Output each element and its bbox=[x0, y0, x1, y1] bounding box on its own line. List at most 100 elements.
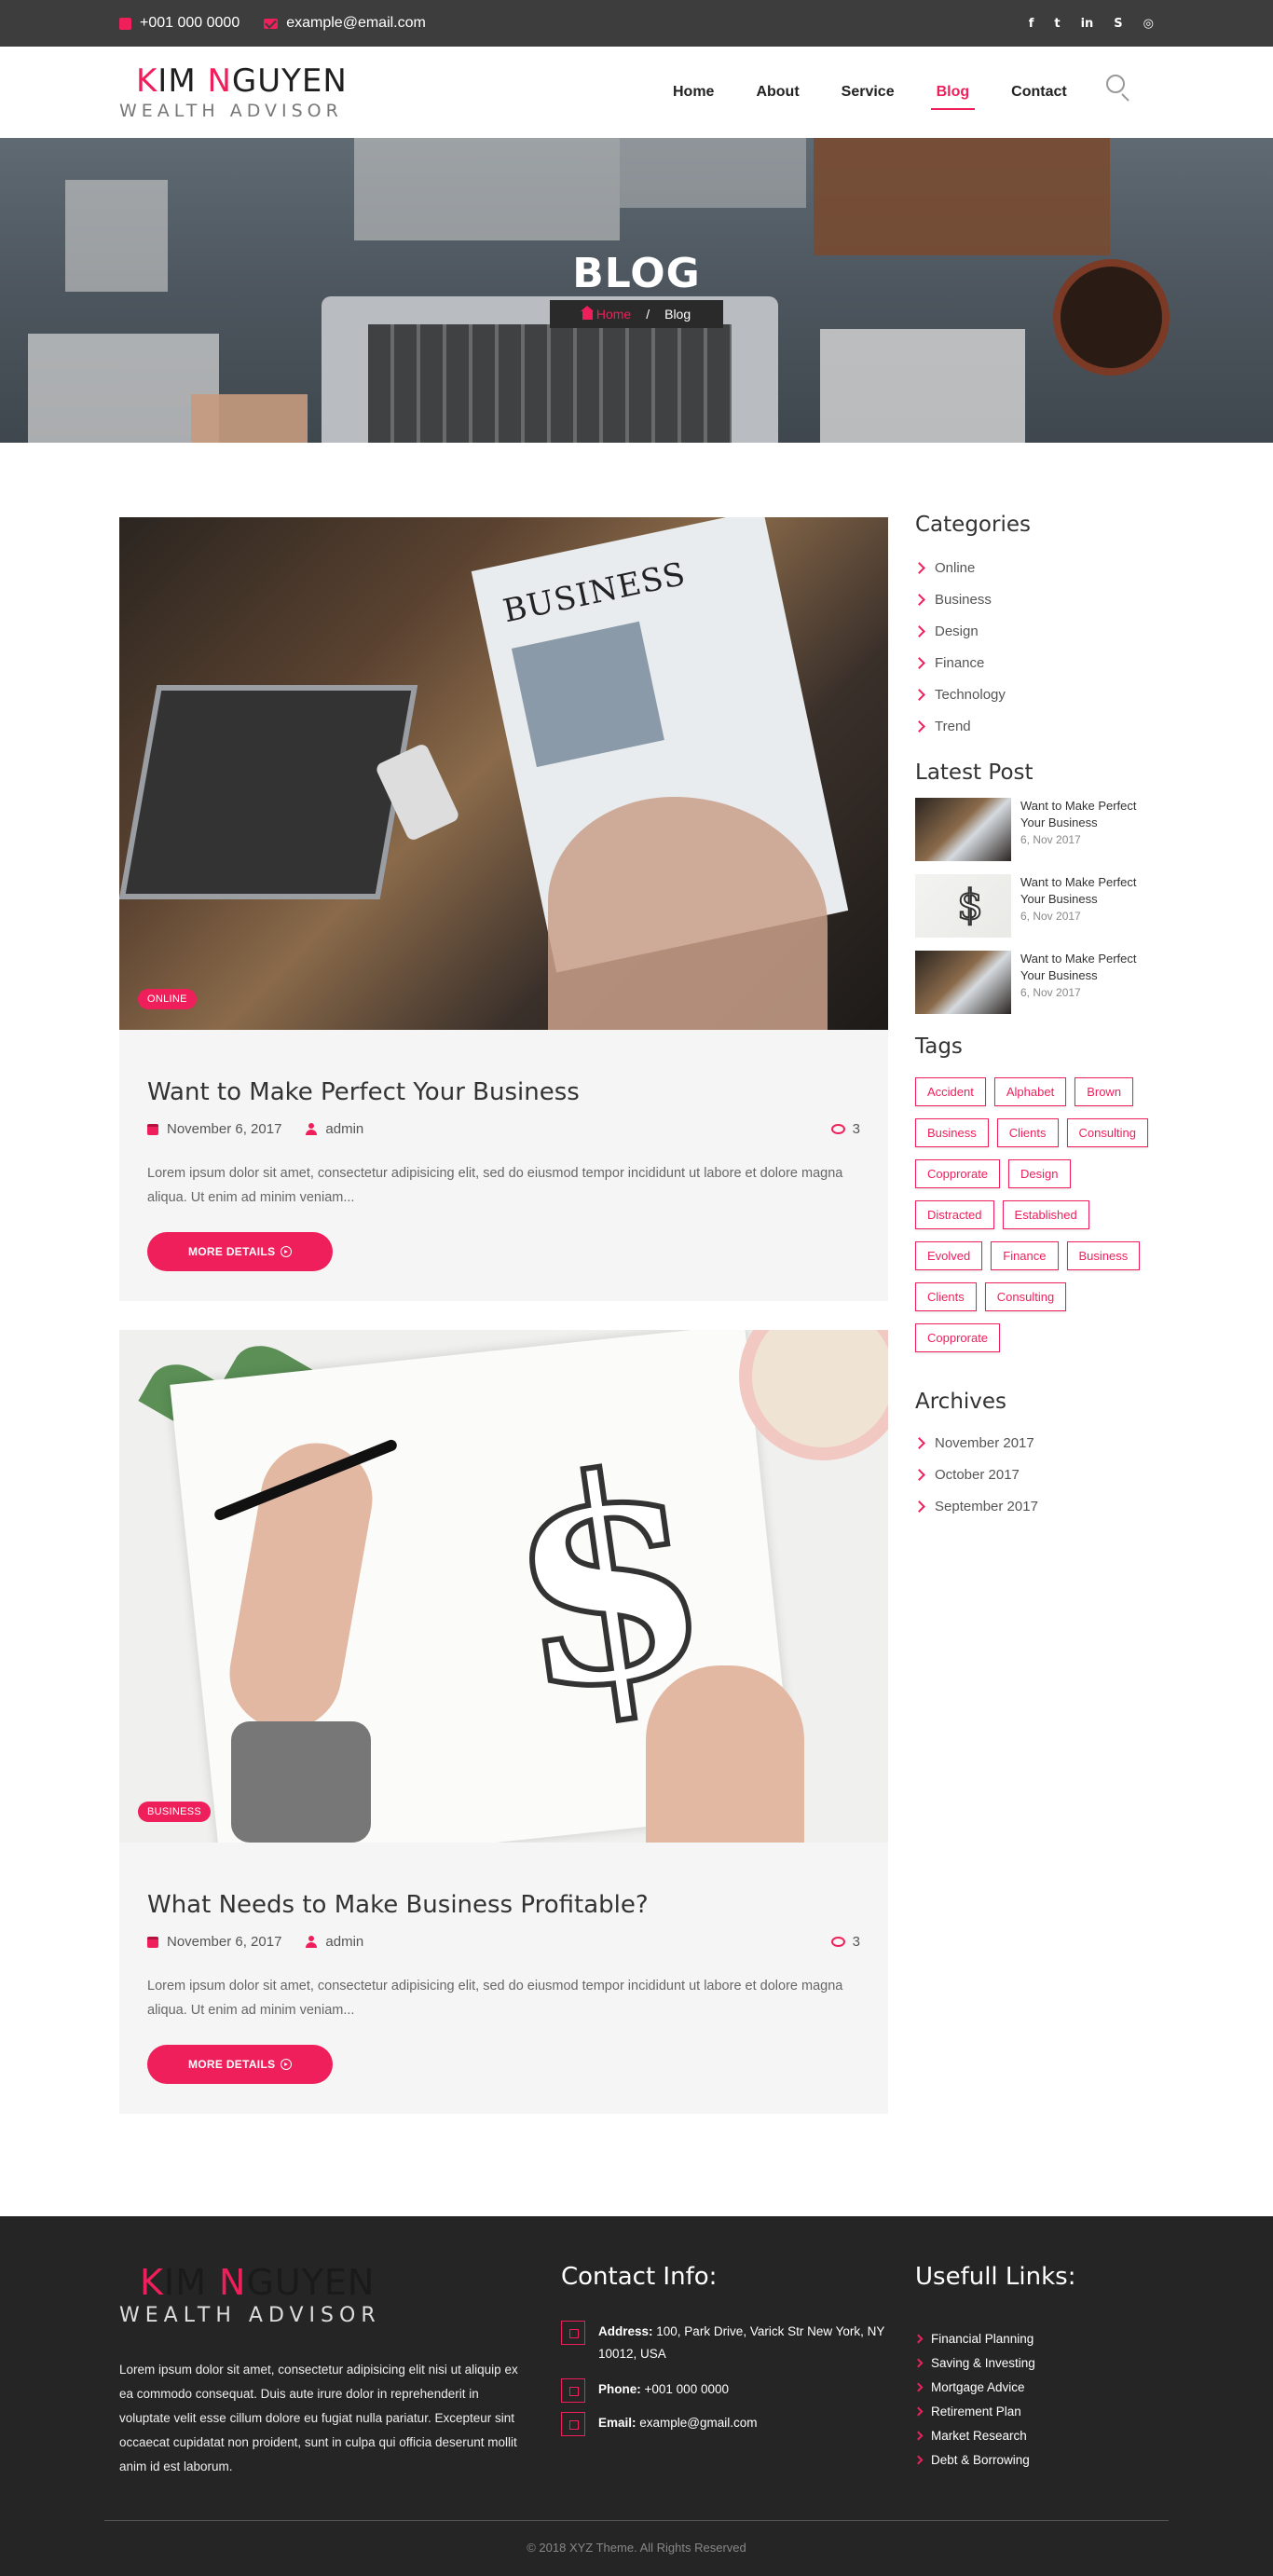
facebook-icon[interactable]: f bbox=[1029, 17, 1034, 31]
footer-address: Address: 100, Park Drive, Varick Str New… bbox=[561, 2321, 915, 2365]
latest-post-title: Want to Make Perfect Your Business bbox=[1020, 952, 1137, 982]
site-footer: KIM NGUYEN WEALTH ADVISOR Lorem ipsum do… bbox=[0, 2216, 1273, 2576]
footer-link[interactable]: Mortgage Advice bbox=[913, 2375, 1035, 2399]
button-label: MORE DETAILS bbox=[188, 2058, 276, 2071]
image-cup bbox=[739, 1330, 888, 1460]
category-badge[interactable]: ONLINE bbox=[138, 989, 197, 1009]
top-email[interactable]: example@email.com bbox=[264, 15, 426, 32]
footer-phone[interactable]: Phone: +001 000 0000 bbox=[561, 2378, 915, 2403]
hero-bg-paper bbox=[620, 138, 806, 208]
image-sleeve bbox=[231, 1721, 371, 1843]
post-author[interactable]: admin bbox=[325, 1121, 363, 1137]
tag-item[interactable]: Design bbox=[1008, 1159, 1071, 1188]
latest-post-title: Want to Make Perfect Your Business bbox=[1020, 875, 1137, 906]
chevron-right-icon bbox=[913, 656, 925, 669]
category-item[interactable]: Online bbox=[913, 552, 1157, 583]
post-excerpt: Lorem ipsum dolor sit amet, consectetur … bbox=[147, 1166, 843, 1205]
footer-link[interactable]: Market Research bbox=[913, 2423, 1035, 2447]
arrow-circle-icon bbox=[281, 1246, 293, 1257]
tag-item[interactable]: Finance bbox=[991, 1241, 1059, 1270]
tag-item[interactable]: Consulting bbox=[1066, 1118, 1148, 1147]
nav-service[interactable]: Service bbox=[842, 84, 895, 101]
category-item[interactable]: Business bbox=[913, 583, 1157, 615]
tag-item[interactable]: Business bbox=[915, 1118, 989, 1147]
latest-post-thumb bbox=[915, 874, 1011, 938]
latest-post-thumb bbox=[915, 798, 1011, 861]
latest-post-item[interactable]: Want to Make Perfect Your Business 6, Nov… bbox=[915, 874, 1157, 951]
hero-bg-keyboard bbox=[368, 324, 732, 443]
hero-bg-paper bbox=[354, 138, 620, 240]
social-links: f t in S ◎ bbox=[1029, 0, 1154, 47]
useful-links-list: Financial Planning Saving & Investing Mo… bbox=[913, 2326, 1035, 2472]
contact-info-heading: Contact Info: bbox=[561, 2263, 718, 2291]
category-item[interactable]: Technology bbox=[913, 678, 1157, 710]
blog-post: BUSINESS ONLINE Want to Make Perfect You… bbox=[119, 517, 888, 1301]
archive-list: November 2017 October 2017 September 201… bbox=[913, 1427, 1157, 1522]
search-icon[interactable] bbox=[1106, 75, 1125, 93]
post-title[interactable]: Want to Make Perfect Your Business bbox=[147, 1078, 860, 1106]
chevron-right-icon bbox=[913, 624, 925, 637]
skype-icon[interactable]: S bbox=[1114, 17, 1122, 31]
top-contact: +001 000 0000 example@email.com bbox=[119, 0, 426, 47]
tag-item[interactable]: Copprorate bbox=[915, 1159, 1001, 1188]
nav-about[interactable]: About bbox=[756, 84, 799, 101]
category-badge[interactable]: BUSINESS bbox=[138, 1802, 212, 1822]
tag-item[interactable]: Evolved bbox=[915, 1241, 983, 1270]
category-item[interactable]: Finance bbox=[913, 647, 1157, 678]
twitter-icon[interactable]: t bbox=[1054, 17, 1060, 31]
tag-item[interactable]: Accident bbox=[915, 1077, 986, 1106]
footer-link[interactable]: Saving & Investing bbox=[913, 2350, 1035, 2375]
tag-item[interactable]: Consulting bbox=[984, 1282, 1067, 1311]
tag-item[interactable]: Copprorate bbox=[915, 1323, 1001, 1352]
top-phone-text: +001 000 0000 bbox=[140, 15, 240, 31]
archive-item[interactable]: October 2017 bbox=[913, 1459, 1157, 1490]
breadcrumb-home[interactable]: Home bbox=[580, 306, 631, 322]
envelope-icon bbox=[561, 2412, 585, 2436]
tag-item[interactable]: Established bbox=[1002, 1200, 1089, 1229]
post-meta: November 6, 2017 admin 3 bbox=[147, 1121, 860, 1137]
newspaper-photo bbox=[511, 621, 664, 768]
site-header: KIM NGUYEN WEALTH ADVISOR Home About Ser… bbox=[0, 47, 1273, 138]
post-image[interactable]: $ BUSINESS bbox=[119, 1330, 888, 1843]
footer-email[interactable]: Email: example@gmail.com bbox=[561, 2412, 915, 2436]
category-item[interactable]: Trend bbox=[913, 710, 1157, 742]
archive-item[interactable]: November 2017 bbox=[913, 1427, 1157, 1459]
categories-heading: Categories bbox=[915, 513, 1031, 537]
comment-icon bbox=[830, 1124, 845, 1134]
linkedin-icon[interactable]: in bbox=[1081, 17, 1094, 31]
latest-post-item[interactable]: Want to Make Perfect Your Business 6, Nov… bbox=[915, 951, 1157, 1027]
tag-item[interactable]: Brown bbox=[1075, 1077, 1134, 1106]
post-image[interactable]: BUSINESS ONLINE bbox=[119, 517, 888, 1030]
footer-link[interactable]: Retirement Plan bbox=[913, 2399, 1035, 2423]
footer-link[interactable]: Debt & Borrowing bbox=[913, 2447, 1035, 2472]
footer-link[interactable]: Financial Planning bbox=[913, 2326, 1035, 2350]
latest-post-date: 6, Nov 2017 bbox=[1020, 910, 1081, 923]
post-comments[interactable]: 3 bbox=[830, 1934, 860, 1950]
more-details-button[interactable]: MORE DETAILS bbox=[147, 1232, 334, 1271]
category-item[interactable]: Design bbox=[913, 615, 1157, 647]
calendar-icon bbox=[147, 1123, 158, 1135]
more-details-button[interactable]: MORE DETAILS bbox=[147, 2045, 334, 2084]
latest-post-item[interactable]: Want to Make Perfect Your Business 6, Nov… bbox=[915, 798, 1157, 874]
tag-item[interactable]: Business bbox=[1066, 1241, 1141, 1270]
tag-item[interactable]: Clients bbox=[996, 1118, 1059, 1147]
instagram-icon[interactable]: ◎ bbox=[1143, 17, 1154, 31]
tag-item[interactable]: Alphabet bbox=[993, 1077, 1067, 1106]
nav-blog[interactable]: Blog bbox=[930, 84, 975, 110]
post-title[interactable]: What Needs to Make Business Profitable? bbox=[147, 1891, 860, 1919]
chevron-right-icon bbox=[913, 2334, 924, 2343]
archive-item[interactable]: September 2017 bbox=[913, 1490, 1157, 1522]
top-phone[interactable]: +001 000 0000 bbox=[119, 15, 240, 32]
post-author[interactable]: admin bbox=[325, 1934, 363, 1950]
post-comments[interactable]: 3 bbox=[830, 1121, 860, 1137]
tag-item[interactable]: Distracted bbox=[915, 1200, 994, 1229]
tag-item[interactable]: Clients bbox=[915, 1282, 977, 1311]
nav-home[interactable]: Home bbox=[673, 84, 714, 101]
chevron-right-icon bbox=[913, 1436, 925, 1449]
footer-divider bbox=[104, 2520, 1169, 2521]
nav-contact[interactable]: Contact bbox=[1011, 84, 1067, 101]
footer-about-text: Lorem ipsum dolor sit amet, consectetur … bbox=[119, 2363, 518, 2473]
footer-logo[interactable]: KIM NGUYEN WEALTH ADVISOR bbox=[119, 2265, 381, 2327]
page-hero: BLOG Home / Blog bbox=[0, 138, 1273, 443]
site-logo[interactable]: KIM NGUYEN WEALTH ADVISOR bbox=[119, 65, 348, 121]
